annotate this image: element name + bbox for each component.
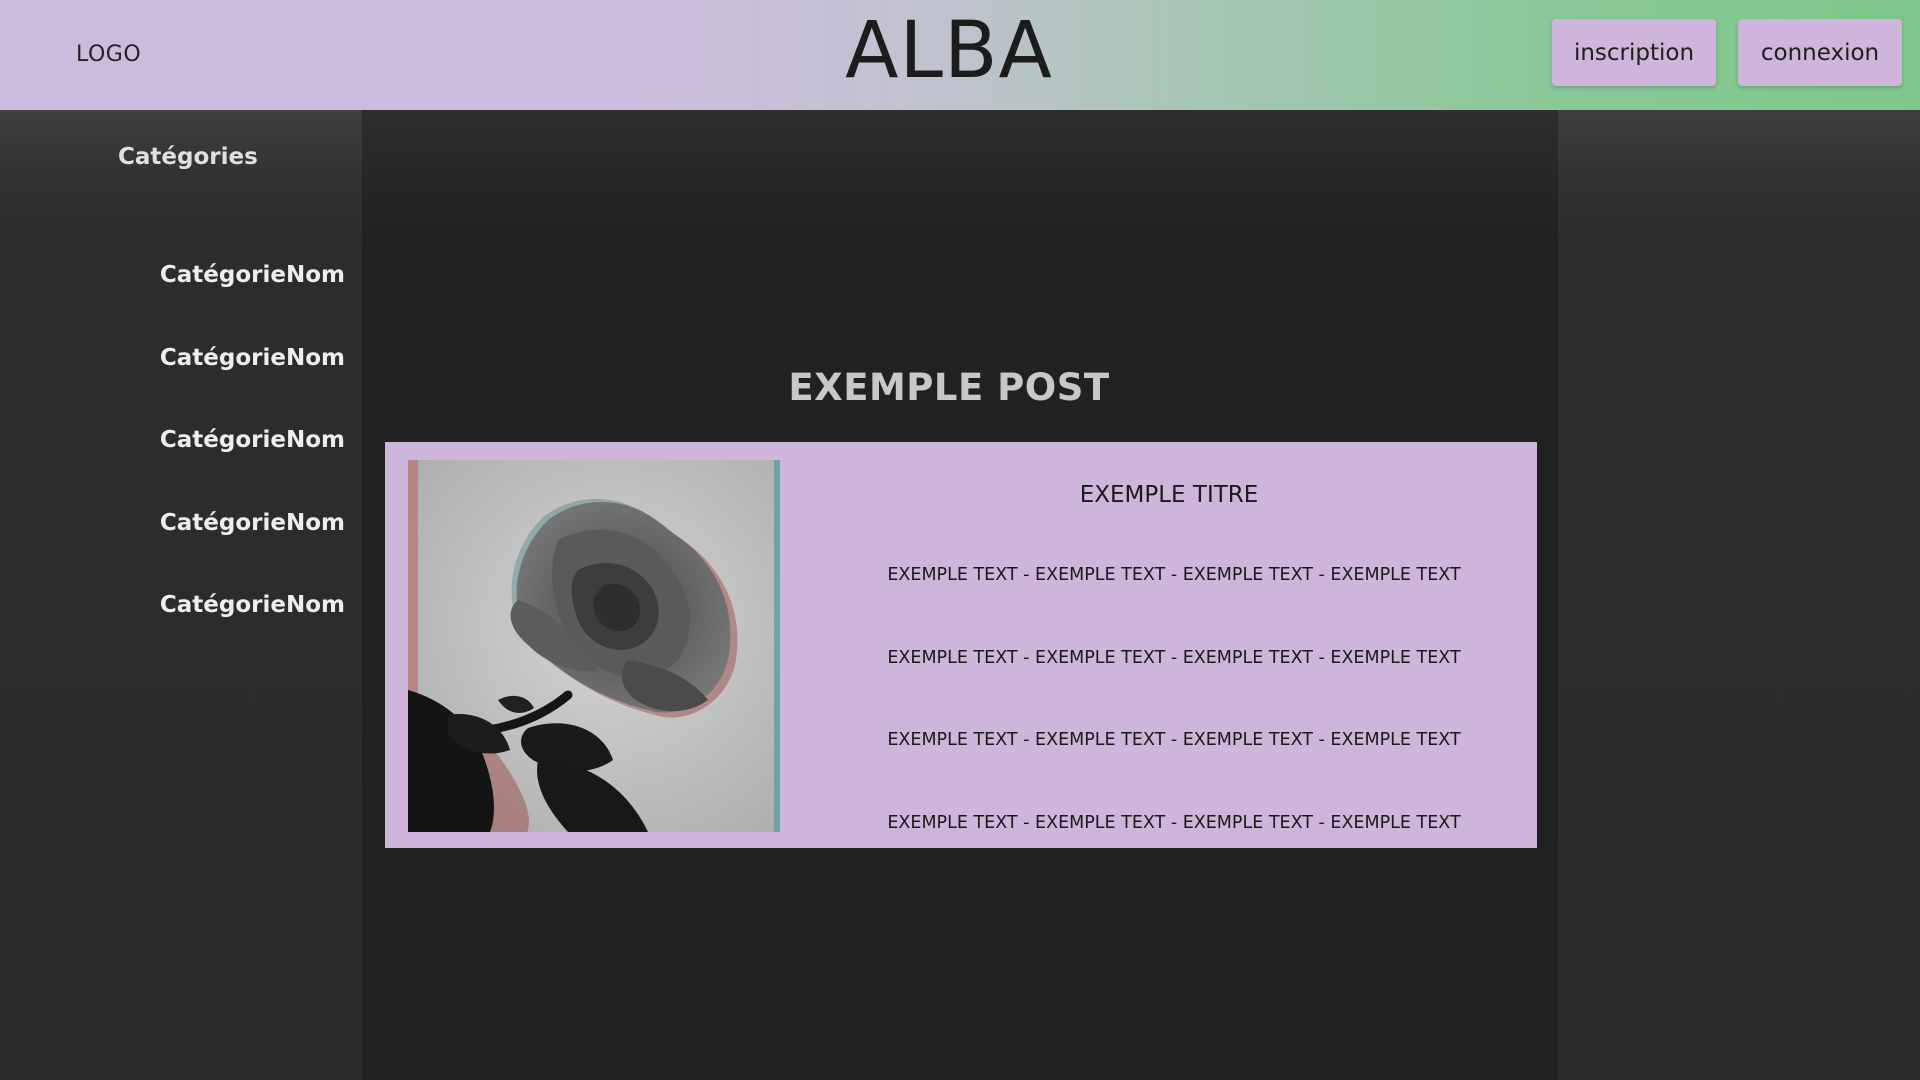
post-card[interactable]: EXEMPLE TITRE EXEMPLE TEXT - EXEMPLE TEX… [385, 442, 1537, 848]
category-sidebar: Catégories CatégorieNom CatégorieNom Cat… [0, 110, 362, 1080]
category-item[interactable]: CatégorieNom [160, 592, 345, 675]
main-content: EXEMPLE POST EXEMPLE TITRE EXEMPLE TEXT … [362, 110, 1558, 1080]
inscription-button[interactable]: inscription [1552, 19, 1716, 86]
post-text-line: EXEMPLE TEXT - EXEMPLE TEXT - EXEMPLE TE… [887, 565, 1461, 585]
connexion-button[interactable]: connexion [1738, 19, 1902, 86]
post-title: EXEMPLE TITRE [1079, 482, 1259, 508]
category-item[interactable]: CatégorieNom [160, 510, 345, 593]
post-text-line: EXEMPLE TEXT - EXEMPLE TEXT - EXEMPLE TE… [887, 647, 1461, 668]
category-item[interactable]: CatégorieNom [160, 427, 345, 510]
section-title: EXEMPLE POST [788, 366, 1110, 409]
post-text-line: EXEMPLE TEXT - EXEMPLE TEXT - EXEMPLE TE… [887, 812, 1461, 833]
rose-photo-icon [408, 460, 780, 832]
right-panel [1558, 110, 1920, 1080]
post-text-line: EXEMPLE TEXT - EXEMPLE TEXT - EXEMPLE TE… [887, 730, 1461, 750]
categories-heading: Catégories [118, 144, 258, 170]
category-list: CatégorieNom CatégorieNom CatégorieNom C… [160, 262, 345, 675]
category-item[interactable]: CatégorieNom [160, 262, 345, 345]
category-item[interactable]: CatégorieNom [160, 345, 345, 428]
post-body: EXEMPLE TEXT - EXEMPLE TEXT - EXEMPLE TE… [821, 565, 1527, 895]
top-header: LOGO ALBA inscription connexion [0, 0, 1920, 110]
